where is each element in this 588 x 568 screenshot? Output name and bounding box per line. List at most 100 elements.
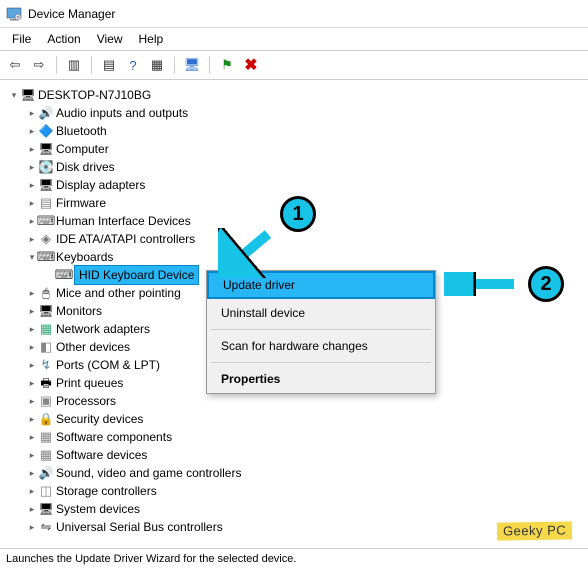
tree-category[interactable]: ▸Display adapters [8,176,580,194]
category-icon [38,447,54,463]
expand-icon[interactable]: ▸ [26,338,38,356]
category-label: Universal Serial Bus controllers [56,518,223,536]
category-icon [38,213,54,229]
category-label: Ports (COM & LPT) [56,356,160,374]
expand-icon[interactable]: ▸ [26,374,38,392]
expand-icon[interactable]: ▸ [26,392,38,410]
action-button[interactable]: ▦ [146,54,168,76]
tree-category[interactable]: ▸ Security devices [8,410,580,428]
tree-category[interactable]: ▸Human Interface Devices [8,212,580,230]
category-icon [38,177,54,193]
tree-category[interactable]: ▸ Firmware [8,194,580,212]
toolbar-separator [209,56,210,74]
window-title: Device Manager [28,7,115,21]
context-menu-item[interactable]: Uninstall device [207,299,435,327]
tree-category[interactable]: ▸ System devices [8,500,580,518]
tree-category[interactable]: ▸ Universal Serial Bus controllers [8,518,580,536]
category-icon [38,501,54,517]
category-icon [38,231,54,247]
context-menu-item[interactable]: Properties [207,365,435,393]
app-icon [6,6,22,22]
tree-category[interactable]: ▸ Processors [8,392,580,410]
expand-icon[interactable]: ▸ [26,428,38,446]
expand-icon[interactable]: ▸ [26,410,38,428]
expand-icon[interactable]: ▸ [26,230,38,248]
expand-icon[interactable]: ▸ [26,302,38,320]
category-label: Firmware [56,194,106,212]
tree-category[interactable]: ▸ Audio inputs and outputs [8,104,580,122]
scan-hardware-button[interactable]: ⚑ [216,54,238,76]
expand-icon[interactable]: ▸ [26,122,38,140]
expand-icon[interactable]: ▸ [26,446,38,464]
context-menu-separator [211,362,431,363]
category-label: Mice and other pointing [56,284,181,302]
expand-icon[interactable]: ▸ [26,518,38,536]
context-menu-item[interactable]: Update driver [207,271,435,299]
category-label: Software components [56,428,172,446]
category-icon [38,429,54,445]
category-label: Disk drives [56,158,115,176]
expand-icon[interactable]: ▸ [26,176,38,194]
category-icon [38,465,54,481]
tree-category[interactable]: ▸ Sound, video and game controllers [8,464,580,482]
category-label: Software devices [56,446,147,464]
category-label: Security devices [56,410,143,428]
category-label: Keyboards [56,248,113,266]
menu-view[interactable]: View [89,30,131,48]
expand-icon[interactable]: ▸ [26,158,38,176]
forward-button[interactable]: ⇨ [28,54,50,76]
category-icon [38,249,54,265]
expand-icon[interactable]: ▸ [26,104,38,122]
category-label: Human Interface Devices [56,212,191,230]
expand-icon[interactable]: ▸ [26,194,38,212]
tree-category[interactable]: ▸ Software devices [8,446,580,464]
properties-button[interactable]: ▤ [98,54,120,76]
context-menu: Update driverUninstall device Scan for ha… [206,270,436,394]
device-icon [56,267,72,283]
expand-icon[interactable]: ▸ [26,140,38,158]
tree-root-label: DESKTOP-N7J10BG [38,86,151,104]
expand-icon[interactable]: ▸ [26,284,38,302]
toolbar-separator [56,56,57,74]
category-icon [38,339,54,355]
expand-icon[interactable]: ▸ [26,320,38,338]
menu-help[interactable]: Help [131,30,172,48]
titlebar: Device Manager [0,0,588,28]
tree-root[interactable]: ▾ DESKTOP-N7J10BG [8,86,580,104]
category-label: Sound, video and game controllers [56,464,241,482]
tree-category[interactable]: ▸ IDE ATA/ATAPI controllers [8,230,580,248]
expand-icon[interactable]: ▸ [26,464,38,482]
menu-file[interactable]: File [4,30,39,48]
uninstall-button[interactable]: ✖ [240,54,262,76]
context-menu-item[interactable]: Scan for hardware changes [207,332,435,360]
category-label: Audio inputs and outputs [56,104,188,122]
category-icon [38,357,54,373]
category-icon [38,105,54,121]
category-label: Print queues [56,374,123,392]
tree-category[interactable]: ▾Keyboards [8,248,580,266]
back-button[interactable]: ⇦ [4,54,26,76]
menu-action[interactable]: Action [39,30,88,48]
tree-category[interactable]: ▸ Disk drives [8,158,580,176]
show-hide-tree-button[interactable]: ▥ [63,54,85,76]
help-button[interactable]: ? [122,54,144,76]
expand-icon[interactable]: ▸ [26,356,38,374]
category-icon [38,483,54,499]
category-icon [38,375,54,391]
tree-category[interactable]: ▸Bluetooth [8,122,580,140]
statusbar-text: Launches the Update Driver Wizard for th… [6,553,296,565]
toolbar-separator [91,56,92,74]
expand-icon[interactable]: ▸ [26,500,38,518]
category-label: IDE ATA/ATAPI controllers [56,230,195,248]
category-label: System devices [56,500,140,518]
tree-category[interactable]: ▸ Software components [8,428,580,446]
tree-category[interactable]: ▸Computer [8,140,580,158]
computer-icon [20,87,36,103]
expand-icon[interactable]: ▸ [26,482,38,500]
update-driver-button[interactable]: 🖥 [181,54,203,76]
category-icon [38,303,54,319]
category-label: Processors [56,392,116,410]
tree-category[interactable]: ▸Storage controllers [8,482,580,500]
category-icon [38,141,54,157]
expand-icon[interactable]: ▾ [8,86,20,104]
